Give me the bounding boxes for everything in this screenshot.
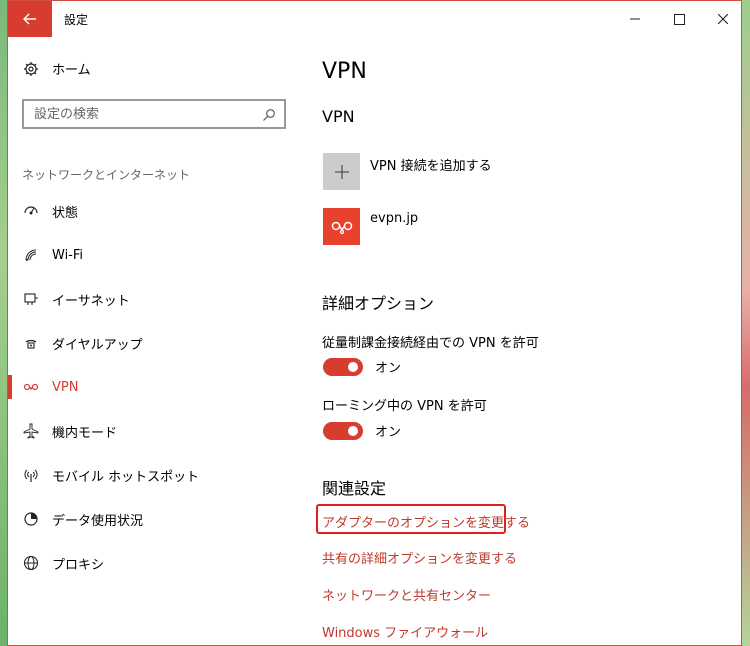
arrow-left-icon bbox=[23, 13, 36, 25]
toggle-knob bbox=[348, 361, 358, 372]
toggle-state-label: オン bbox=[375, 361, 402, 376]
ethernet-icon bbox=[22, 290, 40, 308]
related-settings-heading: 関連設定 bbox=[322, 479, 387, 498]
desktop-background-left bbox=[0, 0, 7, 646]
sidebar-item-status[interactable]: 状態 bbox=[22, 199, 78, 223]
search-icon[interactable] bbox=[260, 106, 278, 124]
sidebar-item-data-usage[interactable]: データ使用状況 bbox=[22, 507, 143, 531]
page-title: VPN bbox=[322, 59, 367, 84]
search-input[interactable] bbox=[32, 105, 266, 123]
sidebar-item-label: プロキシ bbox=[52, 557, 105, 573]
airplane-icon bbox=[22, 422, 40, 440]
vpn-connection-name[interactable]: evpn.jp bbox=[370, 211, 418, 226]
status-icon bbox=[22, 202, 40, 220]
advanced-options-heading: 詳細オプション bbox=[322, 294, 435, 313]
add-vpn-label[interactable]: VPN 接続を追加する bbox=[370, 155, 492, 174]
sidebar-item-label: データ使用状況 bbox=[52, 513, 144, 529]
sidebar-item-airplane[interactable]: 機内モード bbox=[22, 419, 117, 443]
sidebar-item-label: イーサネット bbox=[52, 293, 130, 309]
sharing-options-link[interactable]: 共有の詳細オプションを変更する bbox=[322, 548, 517, 567]
settings-window: 設定 ホーム ネットワークとインターネット 状態 Wi-Fi bbox=[7, 0, 742, 646]
toggle-knob bbox=[348, 425, 358, 436]
sidebar-item-label: モバイル ホットスポット bbox=[52, 469, 200, 485]
vpn-heading: VPN bbox=[322, 107, 355, 126]
firewall-link[interactable]: Windows ファイアウォール bbox=[322, 622, 488, 641]
dialup-icon bbox=[22, 334, 40, 352]
desktop-background-right bbox=[742, 0, 750, 646]
roaming-toggle-row[interactable]: オン bbox=[323, 421, 401, 440]
maximize-button[interactable] bbox=[664, 7, 694, 31]
sidebar-item-label: VPN bbox=[52, 379, 79, 395]
add-vpn-button[interactable] bbox=[323, 153, 360, 190]
metered-toggle-row[interactable]: オン bbox=[323, 357, 401, 376]
sidebar-item-proxy[interactable]: プロキシ bbox=[22, 551, 104, 575]
sidebar-item-wifi[interactable]: Wi-Fi bbox=[22, 243, 83, 267]
globe-icon bbox=[22, 554, 40, 572]
search-box[interactable] bbox=[22, 99, 286, 129]
back-button[interactable] bbox=[8, 1, 52, 37]
close-icon bbox=[718, 14, 728, 24]
sidebar-item-dialup[interactable]: ダイヤルアップ bbox=[22, 331, 143, 355]
sidebar-item-label: Wi-Fi bbox=[52, 247, 84, 263]
vpn-icon bbox=[22, 378, 40, 396]
sidebar-item-hotspot[interactable]: モバイル ホットスポット bbox=[22, 463, 199, 487]
hotspot-icon bbox=[22, 466, 40, 484]
sidebar-item-ethernet[interactable]: イーサネット bbox=[22, 287, 130, 311]
title-bar: 設定 bbox=[8, 1, 741, 37]
gear-icon bbox=[22, 60, 40, 78]
roaming-toggle[interactable] bbox=[323, 421, 363, 440]
close-button[interactable] bbox=[708, 7, 738, 31]
metered-toggle[interactable] bbox=[323, 357, 363, 376]
sidebar-item-vpn[interactable]: VPN bbox=[22, 375, 78, 399]
window-title: 設定 bbox=[64, 13, 89, 27]
metered-option-label: 従量制課金接続経由での VPN を許可 bbox=[322, 336, 539, 351]
vpn-icon bbox=[331, 221, 352, 234]
minimize-button[interactable] bbox=[620, 7, 650, 31]
data-usage-icon bbox=[22, 510, 40, 528]
vpn-connection-tile[interactable] bbox=[323, 208, 360, 245]
sidebar-item-label: 状態 bbox=[52, 205, 79, 221]
maximize-icon bbox=[673, 13, 685, 25]
section-label: ネットワークとインターネット bbox=[22, 168, 191, 182]
network-center-link[interactable]: ネットワークと共有センター bbox=[322, 585, 491, 604]
sidebar-home[interactable]: ホーム bbox=[22, 59, 91, 78]
sidebar-item-label: ダイヤルアップ bbox=[52, 337, 143, 353]
wifi-icon bbox=[22, 246, 40, 264]
home-label: ホーム bbox=[52, 63, 91, 78]
active-indicator bbox=[8, 375, 12, 399]
sidebar-item-label: 機内モード bbox=[52, 425, 118, 441]
roaming-option-label: ローミング中の VPN を許可 bbox=[322, 399, 487, 414]
adapter-options-link[interactable]: アダプターのオプションを変更する bbox=[322, 512, 530, 531]
toggle-state-label: オン bbox=[375, 425, 402, 440]
plus-icon bbox=[334, 164, 349, 179]
minimize-icon bbox=[630, 18, 640, 20]
